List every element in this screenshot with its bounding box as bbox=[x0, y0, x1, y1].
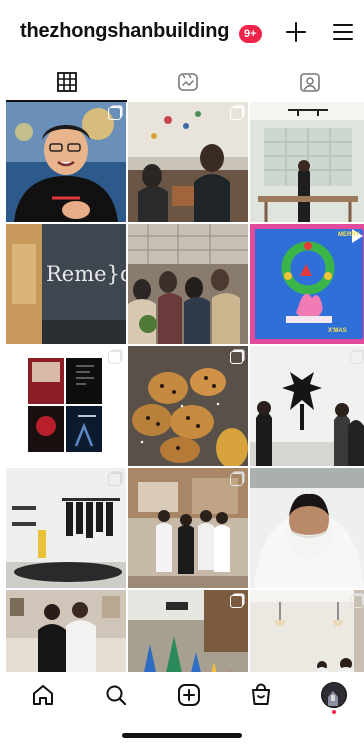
post-thumbnail[interactable] bbox=[128, 468, 248, 588]
post-thumbnail[interactable] bbox=[250, 468, 364, 588]
profile-tabs bbox=[0, 62, 364, 102]
bottom-navigation bbox=[0, 672, 364, 718]
shop-icon[interactable] bbox=[248, 682, 274, 708]
post-image bbox=[250, 102, 364, 222]
post-image bbox=[250, 346, 364, 466]
tab-reels[interactable] bbox=[127, 62, 248, 102]
multiple-posts-icon bbox=[350, 595, 363, 608]
post-image bbox=[128, 346, 248, 466]
home-icon[interactable] bbox=[30, 682, 56, 708]
plus-icon[interactable] bbox=[284, 20, 308, 44]
multiple-posts-icon bbox=[230, 595, 243, 608]
username[interactable]: thezhongshanbuilding bbox=[20, 20, 230, 43]
post-thumbnail[interactable] bbox=[250, 346, 364, 466]
profile-notification-dot bbox=[332, 710, 336, 714]
create-post-icon[interactable] bbox=[176, 682, 202, 708]
post-thumbnail[interactable] bbox=[6, 468, 126, 588]
post-thumbnail[interactable] bbox=[6, 102, 126, 222]
post-image bbox=[128, 468, 248, 588]
post-image bbox=[250, 224, 364, 344]
post-image bbox=[250, 468, 364, 588]
hamburger-menu-icon[interactable] bbox=[331, 20, 355, 44]
post-thumbnail[interactable] bbox=[128, 346, 248, 466]
post-image bbox=[6, 102, 126, 222]
multiple-posts-icon bbox=[108, 107, 121, 120]
card-text-bottom: X'MAS bbox=[328, 328, 347, 334]
multiple-posts-icon bbox=[230, 473, 243, 486]
card-text-top: MERRY bbox=[338, 232, 360, 238]
multiple-posts-icon bbox=[350, 351, 363, 364]
reels-icon bbox=[177, 73, 198, 91]
multiple-posts-icon bbox=[108, 473, 121, 486]
wall-sign-text: Reme}dy bbox=[46, 262, 126, 286]
post-image bbox=[6, 590, 126, 672]
multiple-posts-icon bbox=[230, 351, 243, 364]
profile-avatar[interactable] bbox=[321, 682, 347, 708]
post-thumbnail[interactable] bbox=[250, 102, 364, 222]
search-icon[interactable] bbox=[103, 682, 129, 708]
post-thumbnail[interactable]: Reme}dy bbox=[6, 224, 126, 344]
grid-icon bbox=[56, 72, 77, 92]
post-thumbnail[interactable] bbox=[128, 224, 248, 344]
post-thumbnail[interactable] bbox=[128, 590, 248, 672]
tab-tagged[interactable] bbox=[249, 62, 364, 102]
multiple-posts-icon bbox=[108, 351, 121, 364]
post-thumbnail[interactable] bbox=[6, 346, 126, 466]
post-thumbnail[interactable] bbox=[6, 590, 126, 672]
post-thumbnail[interactable] bbox=[250, 590, 364, 672]
post-image bbox=[250, 590, 364, 672]
home-indicator[interactable] bbox=[122, 733, 242, 738]
tagged-icon bbox=[299, 73, 320, 92]
post-thumbnail[interactable]: MERRY X'MAS bbox=[250, 224, 364, 344]
multiple-posts-icon bbox=[230, 107, 243, 120]
post-image bbox=[6, 468, 126, 588]
notification-badge[interactable]: 9+ bbox=[239, 25, 262, 43]
post-thumbnail[interactable] bbox=[128, 102, 248, 222]
post-image bbox=[6, 346, 126, 466]
posts-grid: Reme}dy ME bbox=[6, 102, 364, 672]
tab-posts-grid[interactable] bbox=[6, 62, 127, 102]
post-image bbox=[128, 224, 248, 344]
post-image bbox=[128, 102, 248, 222]
avatar-image bbox=[322, 683, 345, 706]
profile-header: thezhongshanbuilding 9+ bbox=[0, 0, 364, 62]
